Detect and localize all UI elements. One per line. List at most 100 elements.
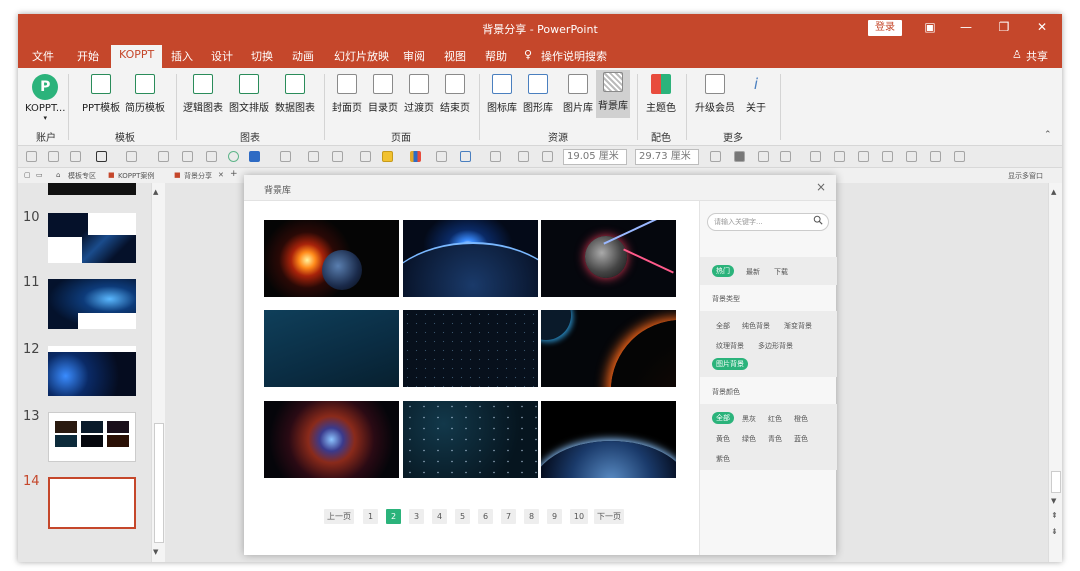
home-icon[interactable]: ⌂ (56, 171, 60, 179)
tool-icon[interactable] (308, 151, 319, 162)
width-input[interactable]: 19.05 厘米 (563, 149, 627, 165)
type-option[interactable]: 纯色背景 (742, 321, 770, 331)
tool-icon[interactable] (882, 151, 893, 162)
image-library-button[interactable]: 图片库 (563, 74, 593, 114)
menu-help[interactable]: 帮助 (485, 48, 507, 64)
tool-icon[interactable] (48, 151, 59, 162)
background-image-9[interactable] (541, 401, 676, 478)
slide-thumbnail[interactable] (48, 412, 136, 462)
tab-koppt-case[interactable]: KOPPT案例 (118, 171, 154, 181)
tool-icon[interactable] (518, 151, 529, 162)
pager-page-current[interactable]: 2 (386, 509, 401, 524)
tool-icon[interactable] (332, 151, 343, 162)
pager-page[interactable]: 10 (570, 509, 588, 524)
tool-icon[interactable] (206, 151, 217, 162)
type-option[interactable]: 纹理背景 (716, 341, 744, 351)
icon-library-button[interactable]: 图标库 (487, 74, 517, 114)
thumbnail-scrollbar[interactable]: ▲ ▼ (151, 183, 165, 562)
menu-transitions[interactable]: 切换 (251, 48, 273, 64)
type-option[interactable]: 多边形背景 (758, 341, 793, 351)
tool-icon[interactable] (542, 151, 553, 162)
color-option[interactable]: 红色 (768, 414, 782, 424)
search-input[interactable]: 请输入关键字... (707, 213, 829, 231)
tool-icon[interactable] (930, 151, 941, 162)
background-image-5[interactable] (403, 310, 538, 387)
multi-window-toggle[interactable]: 显示多窗口 (1008, 171, 1043, 181)
menu-design[interactable]: 设计 (211, 48, 233, 64)
menu-home[interactable]: 开始 (77, 48, 99, 64)
tab-template-zone[interactable]: 模板专区 (68, 171, 96, 181)
menu-insert[interactable]: 插入 (171, 48, 193, 64)
color-option[interactable]: 紫色 (716, 454, 730, 464)
scroll-thumb[interactable] (154, 423, 164, 543)
filter-tab-latest[interactable]: 最新 (746, 267, 760, 277)
scroll-up-icon[interactable]: ▲ (1051, 188, 1056, 196)
background-image-2[interactable] (403, 220, 538, 297)
pager-page[interactable]: 5 (455, 509, 470, 524)
minimize-icon[interactable]: — (958, 19, 974, 35)
text-tool-icon[interactable] (96, 151, 107, 162)
menu-review[interactable]: 审阅 (403, 48, 425, 64)
tool-icon[interactable] (858, 151, 869, 162)
logic-chart-button[interactable]: 逻辑图表 (183, 74, 223, 114)
chart-icon[interactable] (410, 151, 421, 162)
filter-tab-download[interactable]: 下载 (774, 267, 788, 277)
ribbon-display-icon[interactable]: ▣ (922, 19, 938, 35)
close-tab-icon[interactable]: ✕ (218, 171, 224, 179)
cover-page-button[interactable]: 封面页 (332, 74, 362, 114)
color-option-selected[interactable]: 全部 (712, 412, 734, 424)
background-image-6[interactable] (541, 310, 676, 387)
tool-icon[interactable] (734, 151, 745, 162)
tool-icon[interactable] (780, 151, 791, 162)
scroll-down-icon[interactable]: ▼ (153, 548, 158, 556)
pager-next[interactable]: 下一页 (594, 509, 624, 524)
background-image-3[interactable] (541, 220, 676, 297)
login-button[interactable]: 登录 (868, 20, 902, 36)
tool-icon[interactable] (460, 151, 471, 162)
pager-page[interactable]: 1 (363, 509, 378, 524)
data-chart-button[interactable]: 数据图表 (275, 74, 315, 114)
close-icon[interactable]: ✕ (1034, 19, 1050, 35)
background-image-8[interactable] (403, 401, 538, 478)
resume-template-button[interactable]: 简历模板 (125, 74, 165, 114)
restore-icon[interactable]: ❐ (996, 19, 1012, 35)
background-library-button[interactable]: 背景库 (596, 70, 630, 118)
background-image-4[interactable] (264, 310, 399, 387)
next-slide-icon[interactable]: ⇟ (1051, 527, 1058, 536)
font-color-icon[interactable] (126, 151, 137, 162)
background-image-1[interactable] (264, 220, 399, 297)
tool-icon[interactable] (758, 151, 769, 162)
color-option[interactable]: 黄色 (716, 434, 730, 444)
about-button[interactable]: i 关于 (746, 74, 766, 114)
shape-library-button[interactable]: 图形库 (523, 74, 553, 114)
search-icon[interactable] (813, 215, 823, 225)
tool-icon[interactable] (158, 151, 169, 162)
text-layout-button[interactable]: 图文排版 (229, 74, 269, 114)
color-option[interactable]: 蓝色 (794, 434, 808, 444)
prev-slide-icon[interactable]: ⇞ (1051, 511, 1058, 520)
color-option[interactable]: 橙色 (794, 414, 808, 424)
menu-koppt[interactable]: KOPPT (111, 45, 163, 68)
background-image-7[interactable] (264, 401, 399, 478)
tool-icon[interactable] (182, 151, 193, 162)
tool-icon[interactable] (710, 151, 721, 162)
slide-thumbnail[interactable] (48, 183, 136, 195)
editor-scrollbar[interactable]: ▲ ▼ ⇞ ⇟ (1048, 183, 1062, 562)
end-page-button[interactable]: 结束页 (440, 74, 470, 114)
koppt-account-button[interactable]: P KOPPT... ▾ (25, 74, 65, 122)
color-option[interactable]: 黑灰 (742, 414, 756, 424)
new-doc-icon[interactable]: ▢ (24, 171, 31, 179)
menu-file[interactable]: 文件 (32, 48, 54, 64)
color-option[interactable]: 青色 (768, 434, 782, 444)
slide-thumbnail[interactable] (48, 346, 136, 396)
pager-page[interactable]: 7 (501, 509, 516, 524)
folder-icon[interactable]: ▭ (36, 171, 43, 179)
height-input[interactable]: 29.73 厘米 (635, 149, 699, 165)
transition-page-button[interactable]: 过渡页 (404, 74, 434, 114)
tool-icon[interactable] (360, 151, 371, 162)
pager-page[interactable]: 3 (409, 509, 424, 524)
filter-tab-hot[interactable]: 热门 (712, 265, 734, 277)
toc-page-button[interactable]: 目录页 (368, 74, 398, 114)
tool-icon[interactable] (810, 151, 821, 162)
tool-icon[interactable] (26, 151, 37, 162)
